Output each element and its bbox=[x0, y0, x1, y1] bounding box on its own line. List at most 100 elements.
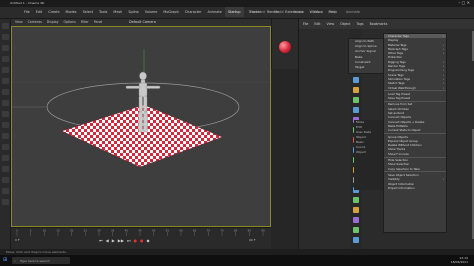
context-menu-item[interactable]: Show F-Curves bbox=[384, 152, 446, 156]
context-menu: Character Tags › Display Material Tags › MoGr… bbox=[383, 33, 447, 233]
window-controls[interactable]: – ▢ ✕ bbox=[458, 0, 470, 5]
object-manager-tab[interactable]: Tags bbox=[357, 22, 364, 26]
material-panel bbox=[271, 19, 298, 69]
menu-item[interactable]: Tools bbox=[99, 10, 107, 14]
tag-icon[interactable] bbox=[353, 97, 359, 103]
tag-icon[interactable] bbox=[353, 237, 359, 243]
timeline-tick-label: 85 bbox=[248, 229, 252, 233]
layout-tab[interactable]: Animate bbox=[343, 7, 363, 17]
object-manager-tab[interactable]: Bookmarks bbox=[370, 22, 388, 26]
snap-icon[interactable] bbox=[2, 166, 9, 172]
layout-tab[interactable]: Standard bbox=[247, 7, 268, 17]
camera-label[interactable]: Default Camera bbox=[129, 20, 156, 24]
viewport-menu-item[interactable]: Display bbox=[47, 20, 59, 24]
menu-item[interactable]: Edit bbox=[36, 10, 43, 14]
viewport-menu-item[interactable]: View bbox=[15, 20, 23, 24]
attributes-panel: Mode Edit User Data Object Basic Coord. Object bbox=[354, 120, 383, 190]
layout-tab[interactable]: UVs bbox=[310, 7, 323, 17]
play-icon[interactable]: ▶ bbox=[112, 238, 115, 243]
timeline-tick-label: 50 bbox=[152, 229, 156, 233]
viewport-menu-item[interactable]: Panel bbox=[94, 20, 103, 24]
viewport[interactable] bbox=[11, 26, 271, 227]
object-manager-tab[interactable]: File bbox=[303, 22, 308, 26]
menu-item[interactable]: MoGraph bbox=[163, 10, 178, 14]
viewport-menu-item[interactable]: Options bbox=[64, 20, 76, 24]
attribute-row[interactable]: Object bbox=[354, 150, 383, 155]
polygons-mode-icon[interactable] bbox=[2, 133, 9, 139]
context-menu-label: Copy Selection to Take bbox=[388, 166, 420, 171]
timeline-ruler[interactable]: 0 5 10 15 20 25 30 35 40 45 50 55 60 65 70 75 80 85 90 bbox=[11, 228, 271, 236]
axis-tool-icon[interactable] bbox=[2, 100, 9, 106]
layout-tab[interactable]: Model bbox=[271, 7, 287, 17]
select-tool-icon[interactable] bbox=[2, 56, 9, 62]
lock-icon[interactable] bbox=[2, 188, 9, 194]
menu-item[interactable]: File bbox=[24, 10, 30, 14]
menu-item[interactable]: Character bbox=[185, 10, 202, 14]
timeline-tick-label: 40 bbox=[125, 229, 129, 233]
timeline-tick-label: 75 bbox=[220, 229, 224, 233]
material-ball[interactable] bbox=[279, 41, 291, 53]
timeline-tick-label: 5 bbox=[30, 229, 32, 233]
tag-icon[interactable] bbox=[353, 107, 359, 113]
layout-tab[interactable]: Sculpt bbox=[290, 7, 307, 17]
record-icon[interactable]: ● bbox=[134, 238, 138, 243]
windows-icon[interactable]: ⊞ bbox=[3, 257, 7, 263]
frame-end[interactable]: 90 F bbox=[249, 238, 256, 242]
keyframe-icon[interactable]: ● bbox=[140, 238, 144, 243]
texture-mode-icon[interactable] bbox=[2, 155, 9, 161]
scale-tool-icon[interactable] bbox=[2, 34, 9, 40]
menu-item[interactable]: Select bbox=[83, 10, 93, 14]
object-manager-tab[interactable]: Edit bbox=[314, 22, 320, 26]
layout-tab[interactable]: Startup bbox=[225, 7, 244, 17]
edges-mode-icon[interactable] bbox=[2, 122, 9, 128]
context-menu-item[interactable]: Copy Selection to Take bbox=[384, 167, 446, 171]
timeline[interactable]: 0 5 10 15 20 25 30 35 40 45 50 55 60 65 70 75 80 85 90 0 F… bbox=[11, 227, 271, 249]
menu-item[interactable]: Animate bbox=[208, 10, 222, 14]
model-mode-icon[interactable] bbox=[2, 144, 9, 150]
workplane-icon[interactable] bbox=[2, 177, 9, 183]
viewport-menu-item[interactable]: Filter bbox=[81, 20, 89, 24]
object-manager-tab[interactable]: View bbox=[327, 22, 335, 26]
tag-icon[interactable] bbox=[353, 77, 359, 83]
frame-start[interactable]: 0 F bbox=[15, 238, 20, 242]
system-clock[interactable]: 12:10 18/06/2021 bbox=[451, 256, 468, 264]
move-tool-icon[interactable] bbox=[2, 23, 9, 29]
next-frame-icon[interactable]: ▶▶ bbox=[118, 238, 124, 243]
magnet-tool-icon[interactable] bbox=[2, 89, 9, 95]
taskbar-search[interactable]: ⌕ Type here to search bbox=[12, 257, 70, 264]
knife-tool-icon[interactable] bbox=[2, 67, 9, 73]
tag-icon[interactable] bbox=[353, 217, 359, 223]
solo-icon[interactable] bbox=[2, 199, 9, 205]
last-frame-icon[interactable]: ⏭ bbox=[127, 238, 131, 243]
context-menu-item[interactable]: Save Tag Preset bbox=[384, 96, 446, 100]
timeline-tick-label: 65 bbox=[193, 229, 197, 233]
menu-item[interactable]: Mesh bbox=[113, 10, 122, 14]
viewport-menu-item[interactable]: Cameras bbox=[28, 20, 42, 24]
context-menu-label: Virtual Walkthrough bbox=[388, 85, 416, 90]
tag-icon[interactable] bbox=[353, 227, 359, 233]
rotate-tool-icon[interactable] bbox=[2, 45, 9, 51]
layout-tab[interactable]: Paint bbox=[325, 7, 339, 17]
tag-icon[interactable] bbox=[353, 197, 359, 203]
context-menu-item[interactable]: Current State to Object bbox=[384, 128, 446, 132]
first-frame-icon[interactable]: ⏮ bbox=[99, 238, 103, 243]
menu-item[interactable]: Create bbox=[48, 10, 59, 14]
object-manager-tab[interactable]: Object bbox=[340, 22, 350, 26]
autokey-icon[interactable]: ◆ bbox=[147, 238, 150, 243]
context-menu-item[interactable]: Project Information bbox=[384, 186, 446, 190]
timeline-tick-label: 30 bbox=[97, 229, 101, 233]
tag-icon[interactable] bbox=[353, 87, 359, 93]
search-placeholder: Type here to search bbox=[20, 258, 50, 263]
submenu-item[interactable]: Target bbox=[349, 65, 387, 70]
context-menu-item[interactable]: Virtual Walkthrough › bbox=[384, 86, 446, 90]
menu-item[interactable]: Volume bbox=[145, 10, 158, 14]
tag-icon[interactable] bbox=[353, 207, 359, 213]
menu-item[interactable]: Modes bbox=[66, 10, 77, 14]
brush-tool-icon[interactable] bbox=[2, 78, 9, 84]
timeline-tick-label: 25 bbox=[84, 229, 88, 233]
points-mode-icon[interactable] bbox=[2, 111, 9, 117]
context-menu-label: Save Tag Preset bbox=[388, 96, 411, 101]
menu-item[interactable]: Spline bbox=[128, 10, 138, 14]
prev-frame-icon[interactable]: ◀ bbox=[106, 238, 109, 243]
tags-submenu: Align to Path Align to Spline Anchor Signa… bbox=[348, 38, 388, 74]
